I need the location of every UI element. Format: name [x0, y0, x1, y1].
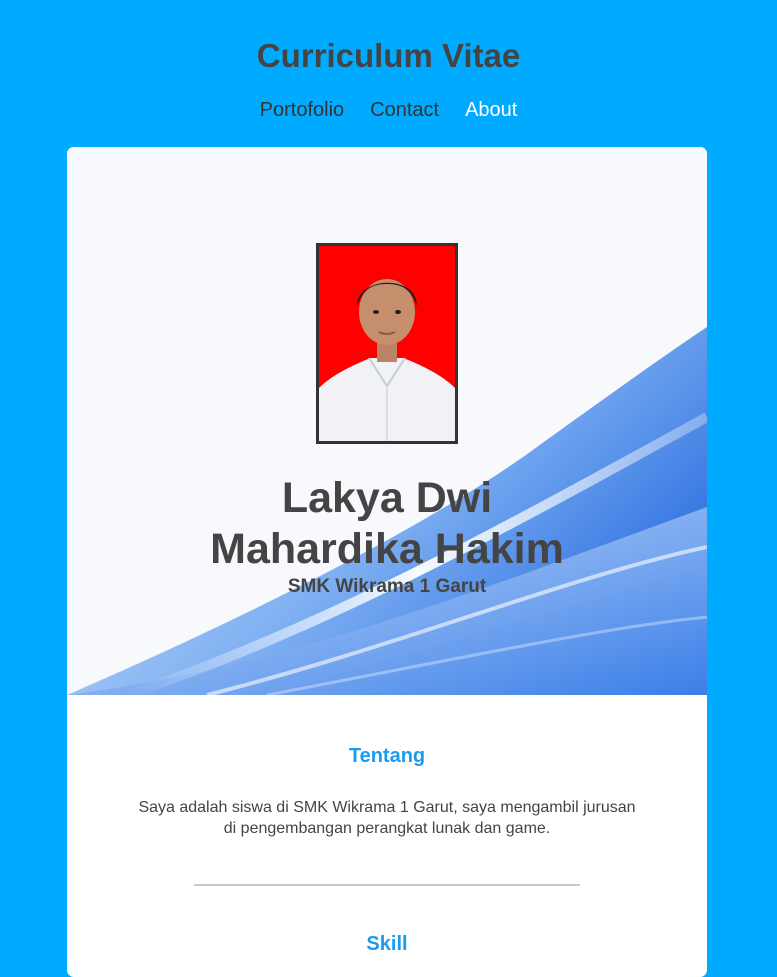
main-nav: Portofolio Contact About — [0, 97, 777, 123]
profile-school: SMK Wikrama 1 Garut — [287, 576, 487, 597]
skill-section-title: Skill — [366, 933, 408, 955]
nav-about[interactable]: About — [465, 97, 517, 123]
person-avatar-icon — [319, 246, 455, 441]
profile-name-line1: Lakya Dwi — [281, 474, 493, 522]
profile-name-line2: Mahardika Hakim — [210, 525, 564, 573]
profile-hero: Lakya Dwi Mahardika Hakim SMK Wikrama 1 … — [67, 147, 707, 695]
cv-card: Lakya Dwi Mahardika Hakim SMK Wikrama 1 … — [67, 147, 707, 977]
section-divider — [194, 884, 580, 886]
profile-photo — [316, 243, 458, 444]
about-section-title: Tentang — [348, 745, 426, 767]
profile-name: Lakya Dwi Mahardika Hakim — [67, 473, 707, 575]
site-title: Curriculum Vitae — [256, 37, 521, 74]
nav-portofolio[interactable]: Portofolio — [260, 97, 345, 123]
about-text: Saya adalah siswa di SMK Wikrama 1 Garut… — [138, 799, 636, 837]
nav-contact[interactable]: Contact — [370, 97, 439, 123]
